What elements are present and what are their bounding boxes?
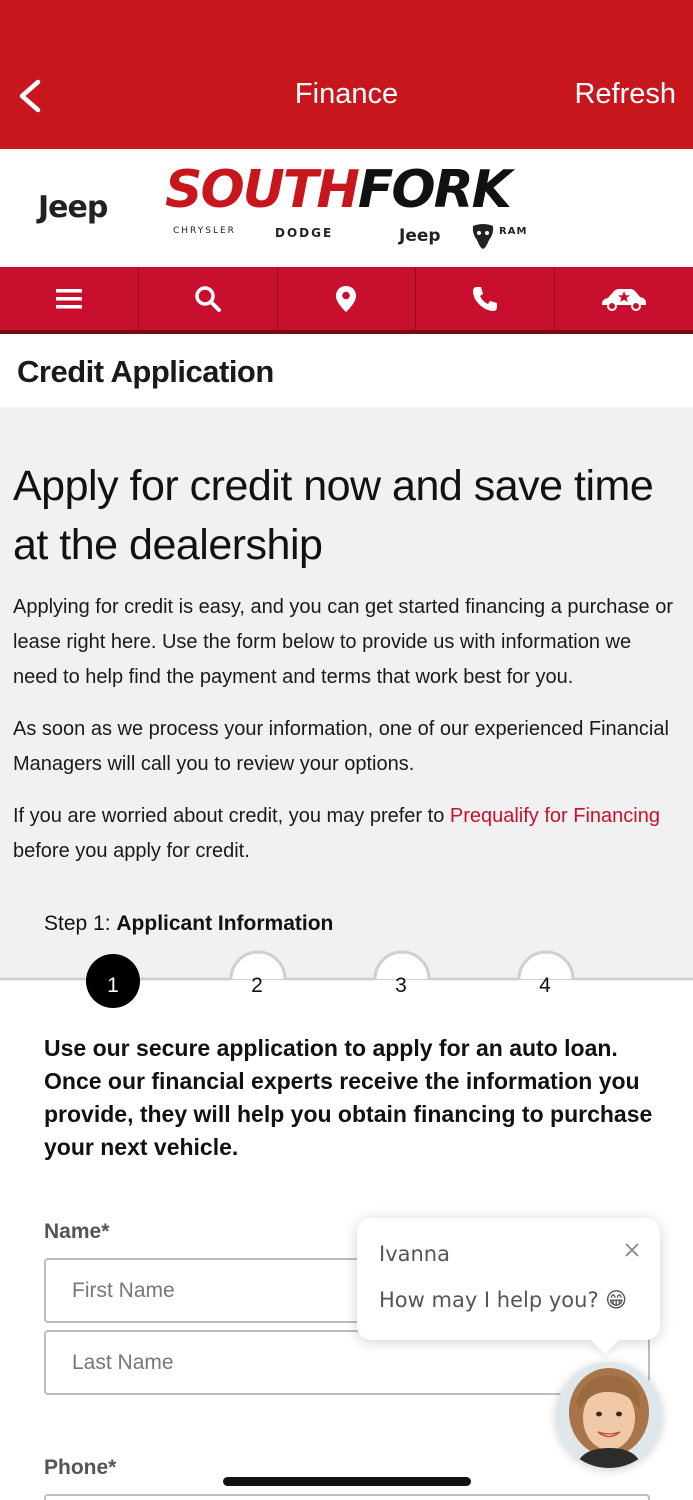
p3-text-after: before you apply for credit.: [13, 840, 250, 862]
jeep-logo[interactable]: Jeep: [38, 190, 108, 225]
chat-agent-avatar[interactable]: [556, 1362, 662, 1468]
step-1[interactable]: 1: [87, 974, 139, 998]
home-indicator: [223, 1477, 471, 1486]
phone-icon: [473, 286, 498, 311]
intro-paragraph-1: Applying for credit is easy, and you can…: [13, 596, 674, 688]
car-star-icon: [602, 288, 647, 311]
logo-fork: FORK: [357, 160, 512, 220]
step-3[interactable]: 3: [375, 974, 427, 998]
ram-head-icon: [472, 224, 494, 249]
southfork-logo[interactable]: SOUTHFORK CHRYSLER DODGE Jeep RAM: [165, 162, 545, 254]
menu-icon: [55, 288, 82, 308]
step-name: Applicant Information: [116, 912, 334, 935]
chat-popup[interactable]: Ivanna How may I help you? 😁: [357, 1218, 660, 1340]
prequalify-link[interactable]: Prequalify for Financing: [450, 805, 660, 827]
brand-row: CHRYSLER DODGE Jeep RAM: [165, 222, 545, 252]
jeep-brand-logo: Jeep: [399, 226, 441, 246]
nav-showroom-button[interactable]: [555, 267, 693, 330]
page-title: Credit Application: [17, 354, 274, 389]
name-label: Name*: [44, 1220, 110, 1243]
step-4[interactable]: 4: [519, 974, 571, 998]
icon-nav-bar: [0, 267, 693, 334]
form-intro: Use our secure application to apply for …: [44, 1035, 653, 1160]
step-indicator: 1 2 3 4: [0, 950, 693, 1010]
phone-label: Phone*: [44, 1456, 117, 1479]
step-prefix: Step 1:: [44, 912, 117, 935]
intro-paragraph-2: As soon as we process your information, …: [13, 718, 669, 775]
nav-search-button[interactable]: [139, 267, 278, 330]
page-title-bar: Credit Application: [0, 337, 693, 407]
chat-agent-name: Ivanna: [379, 1242, 450, 1266]
nav-phone-button[interactable]: [416, 267, 556, 330]
nav-menu-button[interactable]: [0, 267, 139, 330]
nav-location-button[interactable]: [278, 267, 417, 330]
dodge-logo: DODGE: [275, 226, 334, 240]
chat-message: How may I help you? 😁: [379, 1288, 628, 1312]
phone-field[interactable]: [44, 1494, 650, 1500]
p3-text-before: If you are worried about credit, you may…: [13, 805, 450, 827]
step-2[interactable]: 2: [231, 974, 283, 998]
refresh-button[interactable]: Refresh: [574, 78, 676, 111]
chrysler-logo: CHRYSLER: [173, 226, 236, 236]
app-header: Finance Refresh: [0, 0, 693, 149]
location-pin-icon: [336, 285, 357, 312]
search-icon: [194, 285, 221, 312]
agent-avatar-icon: [556, 1362, 662, 1468]
intro-paragraph-3: If you are worried about credit, you may…: [13, 799, 681, 869]
close-icon[interactable]: [622, 1240, 642, 1260]
logo-south: SOUTH: [165, 160, 360, 220]
southfork-wordmark: SOUTHFORK: [165, 160, 512, 220]
intro-section: Apply for credit now and save time at th…: [0, 407, 693, 977]
headline: Apply for credit now and save time at th…: [13, 462, 654, 569]
step-label: Step 1: Applicant Information: [44, 912, 333, 936]
ram-logo: RAM: [499, 226, 528, 237]
